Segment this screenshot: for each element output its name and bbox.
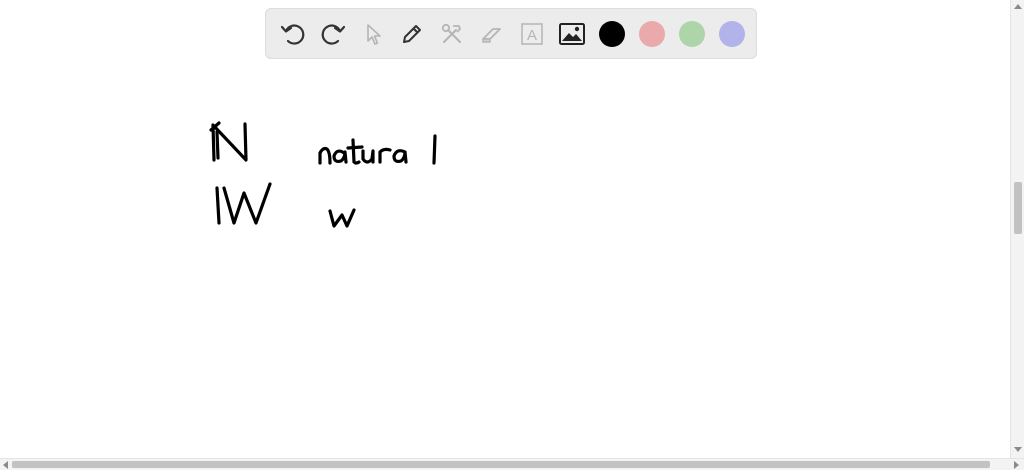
handwriting-w (215, 182, 272, 225)
handwriting-small-w (328, 208, 356, 228)
tools-button[interactable] (437, 19, 467, 49)
image-icon (559, 23, 585, 45)
scroll-left-icon[interactable] (3, 461, 8, 469)
horizontal-scroll-thumb[interactable] (12, 461, 990, 468)
eraser-icon (482, 28, 501, 43)
undo-icon (280, 24, 305, 45)
pointer-button[interactable] (358, 19, 388, 49)
redo-icon (321, 24, 346, 45)
undo-button[interactable] (278, 19, 308, 49)
pen-button[interactable] (397, 19, 427, 49)
text-icon: A (521, 23, 543, 45)
redo-button[interactable] (318, 19, 348, 49)
text-tool-glyph: A (527, 27, 537, 44)
horizontal-scrollbar[interactable] (0, 458, 1024, 470)
vertical-scrollbar[interactable] (1010, 0, 1024, 458)
image-button[interactable] (557, 19, 587, 49)
color-swatch-red[interactable] (639, 21, 665, 47)
handwriting-n (209, 121, 248, 162)
handwriting-natural (318, 134, 437, 165)
color-swatch-black[interactable] (599, 21, 625, 47)
pointer-icon (367, 24, 381, 45)
drawing-toolbar: A (265, 8, 757, 59)
color-swatch-blue[interactable] (719, 21, 745, 47)
scroll-right-icon[interactable] (1014, 461, 1019, 469)
scroll-up-icon[interactable] (1014, 4, 1022, 9)
pen-icon (403, 25, 421, 43)
drawing-canvas[interactable] (0, 60, 1010, 458)
text-button[interactable]: A (517, 19, 547, 49)
scroll-down-icon[interactable] (1014, 447, 1022, 452)
tools-icon (441, 23, 461, 43)
color-swatch-green[interactable] (679, 21, 705, 47)
eraser-button[interactable] (477, 19, 507, 49)
vertical-scroll-thumb[interactable] (1014, 182, 1022, 234)
